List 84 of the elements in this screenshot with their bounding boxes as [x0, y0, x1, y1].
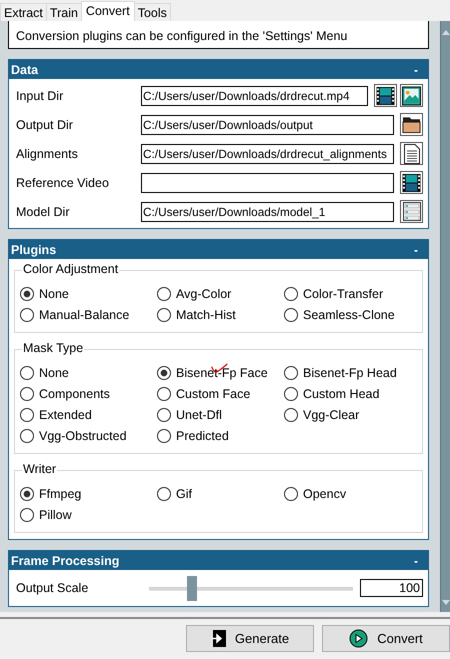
radio-option[interactable]: Components — [20, 384, 157, 403]
radio-button[interactable] — [157, 408, 171, 422]
browse-button[interactable] — [400, 171, 423, 194]
radio-option[interactable]: Seamless-Clone — [284, 305, 417, 324]
film-icon — [376, 86, 395, 106]
radio-option[interactable]: Unet-Dfl — [157, 405, 284, 424]
section-title: Plugins — [11, 242, 56, 256]
radio-option[interactable]: Custom Head — [284, 384, 417, 403]
list-icon — [402, 202, 420, 221]
collapse-toggle[interactable]: - — [414, 242, 418, 256]
radio-button[interactable] — [157, 286, 171, 300]
radio-option[interactable]: Manual-Balance — [20, 305, 157, 324]
field-label: Model Dir — [16, 204, 70, 218]
radio-option[interactable]: Avg-Color — [157, 284, 284, 303]
radio-button[interactable] — [284, 386, 298, 400]
field-label: Reference Video — [16, 176, 110, 190]
radio-option[interactable]: None — [20, 363, 157, 382]
document-icon — [402, 144, 420, 164]
slider-thumb[interactable] — [186, 576, 197, 600]
radio-button[interactable] — [284, 366, 298, 380]
radio-option[interactable]: Ffmpeg — [20, 484, 157, 503]
group-title: Mask Type — [22, 341, 84, 355]
convert-button[interactable]: Convert — [322, 625, 450, 652]
collapse-toggle[interactable]: - — [414, 554, 418, 568]
radio-option[interactable]: Pillow — [20, 505, 157, 524]
radio-option[interactable]: Match-Hist — [157, 305, 284, 324]
group-title: Color Adjustment — [22, 262, 120, 276]
radio-button[interactable] — [284, 308, 298, 322]
radio-button[interactable] — [157, 308, 171, 322]
radio-option[interactable]: Gif — [157, 484, 284, 503]
path-field[interactable]: C:/Users/user/Downloads/drdrecut_alignments — [141, 144, 394, 164]
radio-option[interactable]: None — [20, 284, 157, 303]
radio-option[interactable]: Bisenet-Fp Head — [284, 363, 417, 382]
info-text: Conversion plugins can be configured in the 'Settings' Menu — [8, 21, 429, 49]
browse-button[interactable] — [400, 84, 423, 107]
slider-label: Output Scale — [16, 581, 90, 595]
tab[interactable]: Extract — [0, 3, 47, 21]
collapse-toggle[interactable]: - — [414, 62, 418, 76]
tab[interactable]: Tools — [134, 3, 171, 21]
folder-icon — [402, 115, 421, 134]
radio-option[interactable]: Extended — [20, 405, 157, 424]
radio-button[interactable] — [20, 386, 34, 400]
tab[interactable]: Convert — [80, 1, 135, 21]
radio-button[interactable] — [284, 408, 298, 422]
radio-button[interactable] — [20, 308, 34, 322]
field-label: Input Dir — [16, 88, 64, 102]
radio-option[interactable]: Custom Face — [157, 384, 284, 403]
radio-button[interactable] — [157, 386, 171, 400]
radio-button[interactable] — [284, 286, 298, 300]
radio-button[interactable] — [284, 486, 298, 500]
path-field[interactable]: C:/Users/user/Downloads/drdrecut.mp4 — [141, 86, 368, 106]
radio-option[interactable]: Vgg-Obstructed — [20, 426, 157, 445]
image-icon — [402, 86, 421, 106]
play-icon — [349, 629, 368, 648]
radio-button[interactable] — [20, 408, 34, 422]
radio-option[interactable]: Predicted — [157, 426, 284, 445]
field-label: Output Dir — [16, 118, 74, 132]
radio-button[interactable] — [157, 428, 171, 442]
radio-button[interactable] — [20, 366, 34, 380]
path-field[interactable] — [141, 172, 394, 192]
browse-button[interactable] — [400, 113, 423, 136]
enter-icon — [210, 630, 226, 647]
browse-button[interactable] — [374, 84, 397, 107]
value-field[interactable]: 100 — [360, 579, 423, 597]
radio-option[interactable]: Color-Transfer — [284, 284, 417, 303]
path-field[interactable]: C:/Users/user/Downloads/output — [141, 114, 394, 134]
radio-button[interactable] — [20, 428, 34, 442]
section-title: Data — [11, 62, 38, 76]
radio-option[interactable]: Bisenet-Fp Face — [157, 363, 284, 382]
section-title: Frame Processing — [11, 554, 120, 568]
radio-button[interactable] — [20, 486, 34, 500]
radio-button[interactable] — [157, 486, 171, 500]
radio-button[interactable] — [20, 508, 34, 522]
radio-button[interactable] — [20, 286, 34, 300]
radio-button[interactable] — [157, 366, 171, 380]
field-label: Alignments — [16, 146, 79, 160]
generate-button[interactable]: Generate — [186, 625, 314, 652]
path-field[interactable]: C:/Users/user/Downloads/model_1 — [141, 202, 394, 222]
browse-button[interactable] — [400, 200, 423, 223]
radio-option[interactable]: Vgg-Clear — [284, 405, 417, 424]
group-title: Writer — [22, 462, 58, 476]
radio-option[interactable]: Opencv — [284, 484, 417, 503]
browse-button[interactable] — [400, 142, 423, 165]
film-icon — [402, 172, 421, 192]
